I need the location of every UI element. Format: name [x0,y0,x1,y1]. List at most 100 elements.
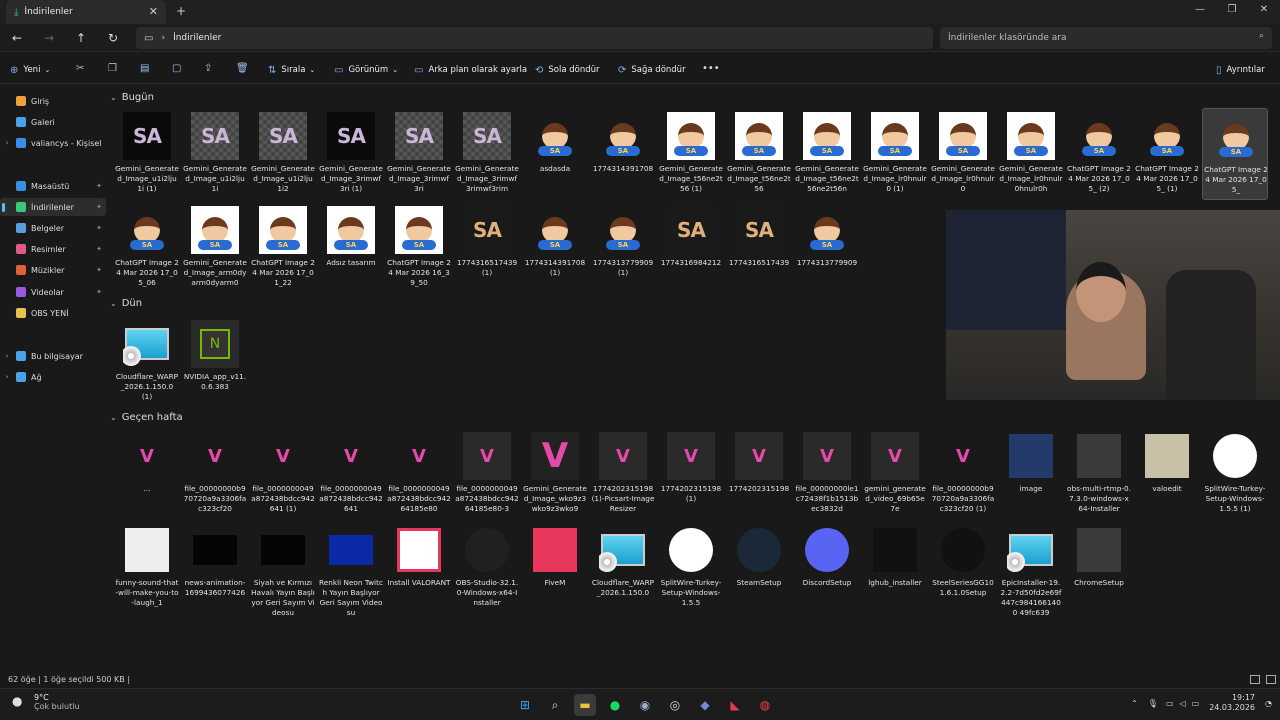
up-arrow-icon[interactable]: ↑ [72,29,90,47]
view-button[interactable]: ▭ Görünüm ⌄ [334,61,398,79]
weather-widget[interactable]: 9°C Çok bulutlu [10,693,80,711]
paste-icon[interactable]: ▤ [140,63,149,74]
file-item[interactable]: SA ChatGPT Image 24 Mar 2026 17_05_06 [114,202,180,294]
file-item[interactable]: V... [114,428,180,520]
sidebar-item[interactable]: › Bu bilgisayar [0,347,106,365]
file-item[interactable]: SA ChatGPT Image 24 Mar 2026 17_01_22 [250,202,316,294]
file-item[interactable]: SA Gemini_Generated_Image_t56ne2t56 (1) [658,108,724,200]
file-item[interactable]: Vgemini_generated_video_69b65e7e [862,428,928,520]
fivem-icon[interactable]: ◣ [724,694,746,716]
file-item[interactable]: funny-sound-that-will-make-you-to-laugh_… [114,522,180,614]
file-explorer-icon[interactable]: ▬ [574,694,596,716]
set-background-button[interactable]: ▭ Arka plan olarak ayarla [414,61,527,79]
rename-icon[interactable]: ▢ [172,63,181,74]
chevron-right-icon[interactable]: › [161,33,165,43]
breadcrumb-downloads[interactable]: İndirilenler [173,33,221,43]
spotify-icon[interactable]: ● [604,694,626,716]
file-item[interactable]: SA Gemini_Generated_Image_arm0dyarm0dyarm… [182,202,248,294]
details-pane-button[interactable]: ▯ Ayrıntılar [1216,61,1265,79]
file-item[interactable]: Cloudflare_WARP_2026.1.150.0 (1) [114,316,180,408]
file-item[interactable]: valoedit [1134,428,1200,520]
file-item[interactable]: SA Gemini_Generated_Image_u1i2lju1i [182,108,248,200]
file-item[interactable]: SA Gemini_Generated_Image_t56ne2t56ne2t56… [794,108,860,200]
file-item[interactable]: SA ChatGPT Image 24 Mar 2026 17_05_ [1202,108,1268,200]
file-item[interactable]: V Gemini_Generated_Image_wko9z3wko9z3wko9 [522,428,588,520]
file-item[interactable]: SA ChatGPT Image 24 Mar 2026 16_39_50 [386,202,452,294]
restore-button[interactable]: ❐ [1216,0,1248,20]
file-item[interactable]: SA ChatGPT Image 24 Mar 2026 17_05_ (1) [1134,108,1200,200]
close-tab-icon[interactable]: ✕ [149,5,158,18]
rotate-right-button[interactable]: ⟳ Sağa döndür [618,61,686,79]
share-icon[interactable]: ⇪ [204,63,212,74]
file-item[interactable]: SA Gemini_Generated_Image_lr0hnulr0 (1) [862,108,928,200]
chevron-up-icon[interactable]: ⌃ [1131,699,1138,708]
sidebar-item[interactable]: Masaüstü ✦ [0,177,106,195]
file-item[interactable]: SA Gemini_Generated_Image_u1i2lju1i2 [250,108,316,200]
search-input[interactable]: İndirilenler klasöründe ara ⌕ [940,27,1272,49]
chevron-right-icon[interactable]: › [0,373,14,381]
file-item[interactable]: SteelSeriesGG101.6.1.0Setup [930,522,996,614]
tab-downloads[interactable]: ⤓ İndirilenler ✕ [6,0,166,24]
file-item[interactable]: SA Adsız tasarım [318,202,384,294]
file-item[interactable]: SA 1774314391708 [590,108,656,200]
back-arrow-icon[interactable]: ← [8,29,26,47]
file-item[interactable]: SA 1774313779909 (1) [590,202,656,294]
clock[interactable]: 19:17 24.03.2026 [1209,693,1255,713]
more-options-icon[interactable]: ••• [702,63,720,74]
file-item[interactable]: news-animation-1699436077426 [182,522,248,614]
file-item[interactable]: SA ChatGPT Image 24 Mar 2026 17_05_ (2) [1066,108,1132,200]
file-item[interactable]: Vfile_0000000049a872438bdcc94264185e80 [386,428,452,520]
minimize-button[interactable]: — [1184,0,1216,20]
sidebar-item[interactable]: Giriş [0,92,106,110]
discord-icon[interactable]: ◆ [694,694,716,716]
file-item[interactable]: SA 1774316984212 [658,202,724,294]
file-item[interactable]: SplitWire-Turkey-Setup-Windows-1.5.5 [658,522,724,614]
file-item[interactable]: SA 1774316517439 [726,202,792,294]
file-item[interactable]: EpicInstaller-19.2.2-7d50fd2e69f447c9841… [998,522,1064,617]
cut-icon[interactable]: ✂ [76,63,84,74]
file-item[interactable]: SA Gemini_Generated_Image_3rimwf3ri (1) [318,108,384,200]
file-item[interactable]: obs-multi-rtmp-0.7.3.0-windows-x64-Insta… [1066,428,1132,520]
file-item[interactable]: SteamSetup [726,522,792,614]
address-field[interactable]: ▭ › İndirilenler [136,27,933,49]
file-item[interactable]: SA Gemini_Generated_Image_3rimwf3ri [386,108,452,200]
chrome-icon[interactable]: ◍ [754,694,776,716]
group-header-today[interactable]: ⌄ Bugün [110,92,154,103]
file-item[interactable]: lghub_installer [862,522,928,614]
sort-button[interactable]: ⇅ Sırala ⌄ [268,61,315,79]
file-item[interactable]: SA Gemini_Generated_Image_t56ne2t56 [726,108,792,200]
rotate-left-button[interactable]: ⟲ Sola döndür [535,61,600,79]
file-item[interactable]: SA 1774316517439 (1) [454,202,520,294]
network-icon[interactable]: ▭ [1166,699,1174,708]
file-item[interactable]: Install VALORANT [386,522,452,614]
file-item[interactable]: SA Gemini_Generated_Image_u1i2lju1i (1) [114,108,180,200]
battery-icon[interactable]: ▭ [1192,699,1200,708]
file-item[interactable]: V 1774202315198 (1)-Picsart-ImageResizer [590,428,656,520]
file-item[interactable]: image [998,428,1064,520]
group-header-yesterday[interactable]: ⌄ Dün [110,298,142,309]
file-item[interactable]: Vfile_0000000049a872438bdcc942641 [318,428,384,520]
refresh-icon[interactable]: ↻ [104,29,122,47]
sidebar-item[interactable]: İndirilenler ✦ [0,198,106,216]
delete-icon[interactable]: 🗑 [236,63,249,74]
file-item[interactable]: Vfile_00000000b970720a9a3306fac323cf20 (… [930,428,996,520]
file-item[interactable]: SplitWire-Turkey-Setup-Windows-1.5.5 (1) [1202,428,1268,520]
file-item[interactable]: SA asdasda [522,108,588,200]
microphone-icon[interactable]: 🎙 [1148,699,1158,708]
new-button[interactable]: ⊕ Yeni ⌄ [10,61,50,79]
file-item[interactable]: ChromeSetup [1066,522,1132,614]
file-item[interactable]: OBS-Studio-32.1.0-Windows-x64-Installer [454,522,520,614]
file-item[interactable]: Cloudflare_WARP_2026.1.150.0 [590,522,656,614]
file-item[interactable]: SA Gemini_Generated_Image_3rimwf3rimwf3ri… [454,108,520,200]
file-item[interactable]: Vfile_00000000b970720a9a3306fac323cf20 [182,428,248,520]
steam-icon[interactable]: ◉ [634,694,656,716]
file-item[interactable]: N NVIDIA_app_v11.0.6.383 [182,316,248,408]
file-item[interactable]: Renkli Neon Twitch Yayın Başlıyor Geri S… [318,522,384,617]
file-item[interactable]: Vfile_0000000049a872438bdcc942641 (1) [250,428,316,520]
sidebar-item[interactable]: Müzikler ✦ [0,261,106,279]
new-tab-button[interactable]: + [176,4,186,18]
tiles-view-icon[interactable] [1266,675,1276,684]
file-item[interactable]: DiscordSetup [794,522,860,614]
file-item[interactable]: SA 1774313779909 [794,202,860,294]
sidebar-item[interactable]: OBS YENİ [0,304,106,322]
